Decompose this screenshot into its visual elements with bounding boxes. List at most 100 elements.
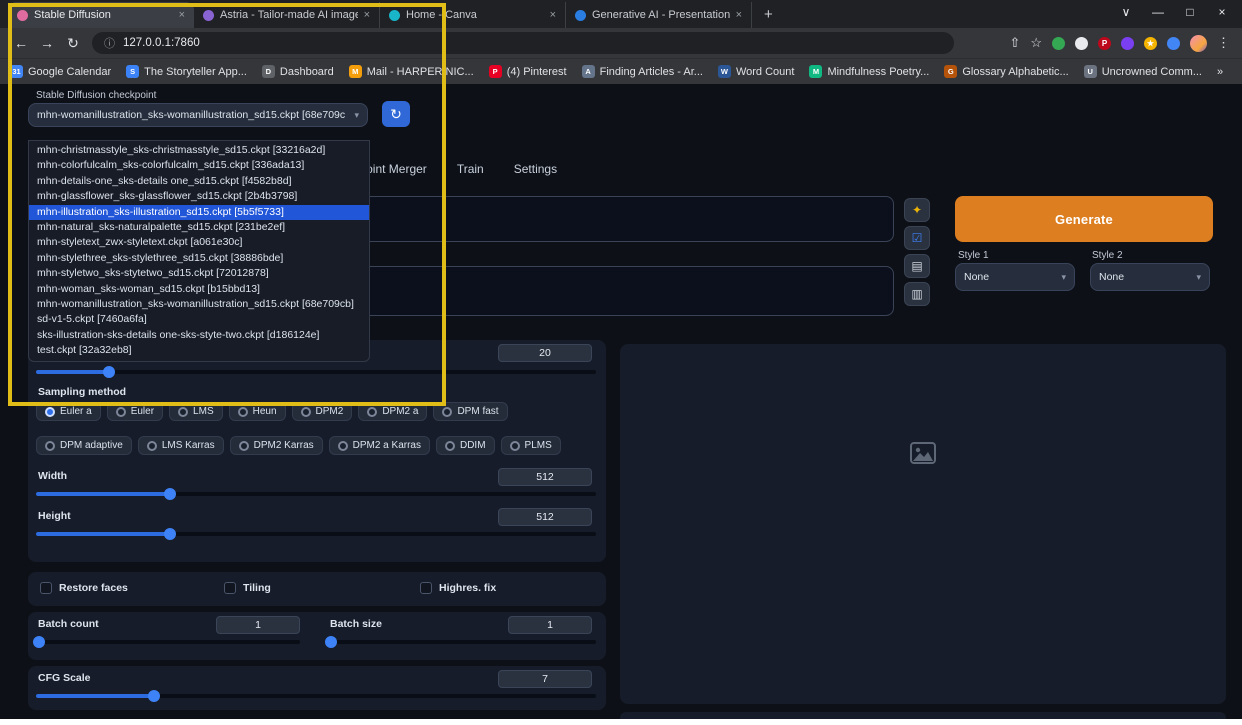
cfg-scale-slider[interactable] — [36, 694, 596, 698]
radio-heun[interactable]: Heun — [229, 402, 286, 421]
apply-style-button[interactable]: ☑ — [904, 226, 930, 250]
tiling-checkbox[interactable] — [224, 582, 236, 594]
paste-button[interactable]: ▥ — [904, 282, 930, 306]
bookmark-google-calendar[interactable]: 31Google Calendar — [10, 65, 111, 78]
sampling-steps-value[interactable]: 20 — [498, 344, 592, 362]
width-value[interactable]: 512 — [498, 468, 592, 486]
checkpoint-option[interactable]: sd-v1-5.ckpt [7460a6fa] — [29, 312, 369, 327]
bookmark-pinterest[interactable]: P(4) Pinterest — [489, 65, 567, 78]
radio-dpm-adaptive[interactable]: DPM adaptive — [36, 436, 132, 455]
cfg-scale-value[interactable]: 7 — [498, 670, 592, 688]
slider-handle[interactable] — [148, 690, 160, 702]
radio-euler-a[interactable]: Euler a — [36, 402, 101, 421]
extension-green-icon[interactable] — [1052, 37, 1065, 50]
bookmark-storyteller[interactable]: SThe Storyteller App... — [126, 65, 247, 78]
window-minimize-button[interactable]: — — [1142, 0, 1174, 26]
tab-train[interactable]: Train — [457, 162, 484, 176]
forward-button[interactable]: → — [34, 35, 60, 51]
share-icon[interactable]: ⇧ — [1009, 35, 1020, 51]
extension-window-icon[interactable] — [1167, 37, 1180, 50]
slider-handle[interactable] — [325, 636, 337, 648]
highres-fix-checkbox[interactable] — [420, 582, 432, 594]
height-value[interactable]: 512 — [498, 508, 592, 526]
bookmarks-overflow-chevron[interactable]: » — [1217, 66, 1223, 78]
site-info-icon[interactable]: ⓘ — [104, 35, 115, 51]
radio-euler[interactable]: Euler — [107, 402, 163, 421]
radio-dpm2-a-karras[interactable]: DPM2 a Karras — [329, 436, 430, 455]
slider-handle[interactable] — [33, 636, 45, 648]
radio-lms-karras[interactable]: LMS Karras — [138, 436, 224, 455]
browser-tab-astria[interactable]: Astria - Tailor-made AI image ge × — [194, 2, 380, 28]
palette-button[interactable]: ✦ — [904, 198, 930, 222]
bookmark-finding-articles[interactable]: AFinding Articles - Ar... — [582, 65, 703, 78]
extension-purple-icon[interactable] — [1121, 37, 1134, 50]
window-close-button[interactable]: × — [1206, 0, 1238, 26]
width-slider[interactable] — [36, 492, 596, 496]
refresh-checkpoints-button[interactable]: ↻ — [382, 101, 410, 127]
batch-size-value[interactable]: 1 — [508, 616, 592, 634]
extension-star-icon[interactable]: ★ — [1144, 37, 1157, 50]
checkpoint-option[interactable]: mhn-styletwo_sks-stytetwo_sd15.ckpt [720… — [29, 266, 369, 281]
style2-select[interactable]: None ▾ — [1090, 263, 1210, 291]
tab-close-icon[interactable]: × — [179, 9, 185, 21]
slider-handle[interactable] — [103, 366, 115, 378]
browser-tab-generative-ai[interactable]: Generative AI - Presentation × — [566, 2, 752, 28]
slider-handle[interactable] — [164, 528, 176, 540]
extension-image-icon[interactable] — [1075, 37, 1088, 50]
sampling-steps-slider[interactable] — [36, 370, 596, 374]
checkpoint-option[interactable]: mhn-styletext_zwx-styletext.ckpt [a061e3… — [29, 235, 369, 250]
extension-pinterest-icon[interactable]: P — [1098, 37, 1111, 50]
tab-settings[interactable]: Settings — [514, 162, 557, 176]
back-button[interactable]: ← — [8, 35, 34, 51]
checkpoint-option[interactable]: mhn-christmasstyle_sks-christmasstyle_sd… — [29, 143, 369, 158]
bookmark-glossary[interactable]: GGlossary Alphabetic... — [944, 65, 1068, 78]
bookmark-mail[interactable]: MMail - HARPER NIC... — [349, 65, 474, 78]
generate-button[interactable]: Generate — [955, 196, 1213, 242]
tab-close-icon[interactable]: × — [550, 9, 556, 21]
tab-close-icon[interactable]: × — [364, 9, 370, 21]
address-bar[interactable]: ⓘ 127.0.0.1:7860 — [92, 32, 954, 54]
reload-button[interactable]: ↻ — [60, 35, 86, 52]
batch-count-slider[interactable] — [36, 640, 300, 644]
radio-dpm-fast[interactable]: DPM fast — [433, 402, 507, 421]
radio-plms[interactable]: PLMS — [501, 436, 561, 455]
checkpoint-option[interactable]: mhn-glassflower_sks-glassflower_sd15.ckp… — [29, 189, 369, 204]
checkpoint-option[interactable]: mhn-natural_sks-naturalpalette_sd15.ckpt… — [29, 220, 369, 235]
tab-close-icon[interactable]: × — [736, 9, 742, 21]
radio-ddim[interactable]: DDIM — [436, 436, 495, 455]
bookmark-dashboard[interactable]: DDashboard — [262, 65, 334, 78]
tiling-option[interactable]: Tiling — [224, 582, 271, 594]
checkpoint-option[interactable]: mhn-womanillustration_sks-womanillustrat… — [29, 297, 369, 312]
checkpoint-select[interactable]: mhn-womanillustration_sks-womanillustrat… — [28, 103, 368, 127]
bookmark-star-icon[interactable]: ☆ — [1030, 35, 1042, 51]
radio-dpm2-a[interactable]: DPM2 a — [358, 402, 427, 421]
batch-size-slider[interactable] — [328, 640, 596, 644]
new-tab-button[interactable]: + — [752, 2, 785, 28]
checkpoint-option[interactable]: sks-illustration-sks-details one-sks-sty… — [29, 328, 369, 343]
batch-count-value[interactable]: 1 — [216, 616, 300, 634]
slider-handle[interactable] — [164, 488, 176, 500]
browser-tab-stable-diffusion[interactable]: Stable Diffusion × — [8, 2, 194, 28]
radio-dpm2-karras[interactable]: DPM2 Karras — [230, 436, 323, 455]
height-slider[interactable] — [36, 532, 596, 536]
checkpoint-option[interactable]: mhn-stylethree_sks-stylethree_sd15.ckpt … — [29, 251, 369, 266]
save-style-button[interactable]: ▤ — [904, 254, 930, 278]
checkpoint-option[interactable]: mhn-colorfulcalm_sks-colorfulcalm_sd15.c… — [29, 158, 369, 173]
radio-dpm2[interactable]: DPM2 — [292, 402, 353, 421]
bookmark-word-count[interactable]: WWord Count — [718, 65, 795, 78]
radio-lms[interactable]: LMS — [169, 402, 223, 421]
window-chevron-icon[interactable]: ∨ — [1110, 0, 1142, 26]
checkpoint-option-highlighted[interactable]: mhn-illustration_sks-illustration_sd15.c… — [29, 205, 369, 220]
restore-faces-option[interactable]: Restore faces — [40, 582, 128, 594]
browser-tab-canva[interactable]: Home - Canva × — [380, 2, 566, 28]
window-maximize-button[interactable]: □ — [1174, 0, 1206, 26]
style1-select[interactable]: None ▾ — [955, 263, 1075, 291]
checkpoint-option[interactable]: test.ckpt [32a32eb8] — [29, 343, 369, 358]
restore-faces-checkbox[interactable] — [40, 582, 52, 594]
highres-fix-option[interactable]: Highres. fix — [420, 582, 496, 594]
kebab-menu-icon[interactable]: ⋮ — [1217, 35, 1230, 51]
bookmark-mindfulness[interactable]: MMindfulness Poetry... — [809, 65, 929, 78]
bookmark-uncrowned[interactable]: UUncrowned Comm... — [1084, 65, 1202, 78]
profile-avatar[interactable] — [1190, 35, 1207, 52]
checkpoint-option[interactable]: mhn-woman_sks-woman_sd15.ckpt [b15bbd13] — [29, 282, 369, 297]
